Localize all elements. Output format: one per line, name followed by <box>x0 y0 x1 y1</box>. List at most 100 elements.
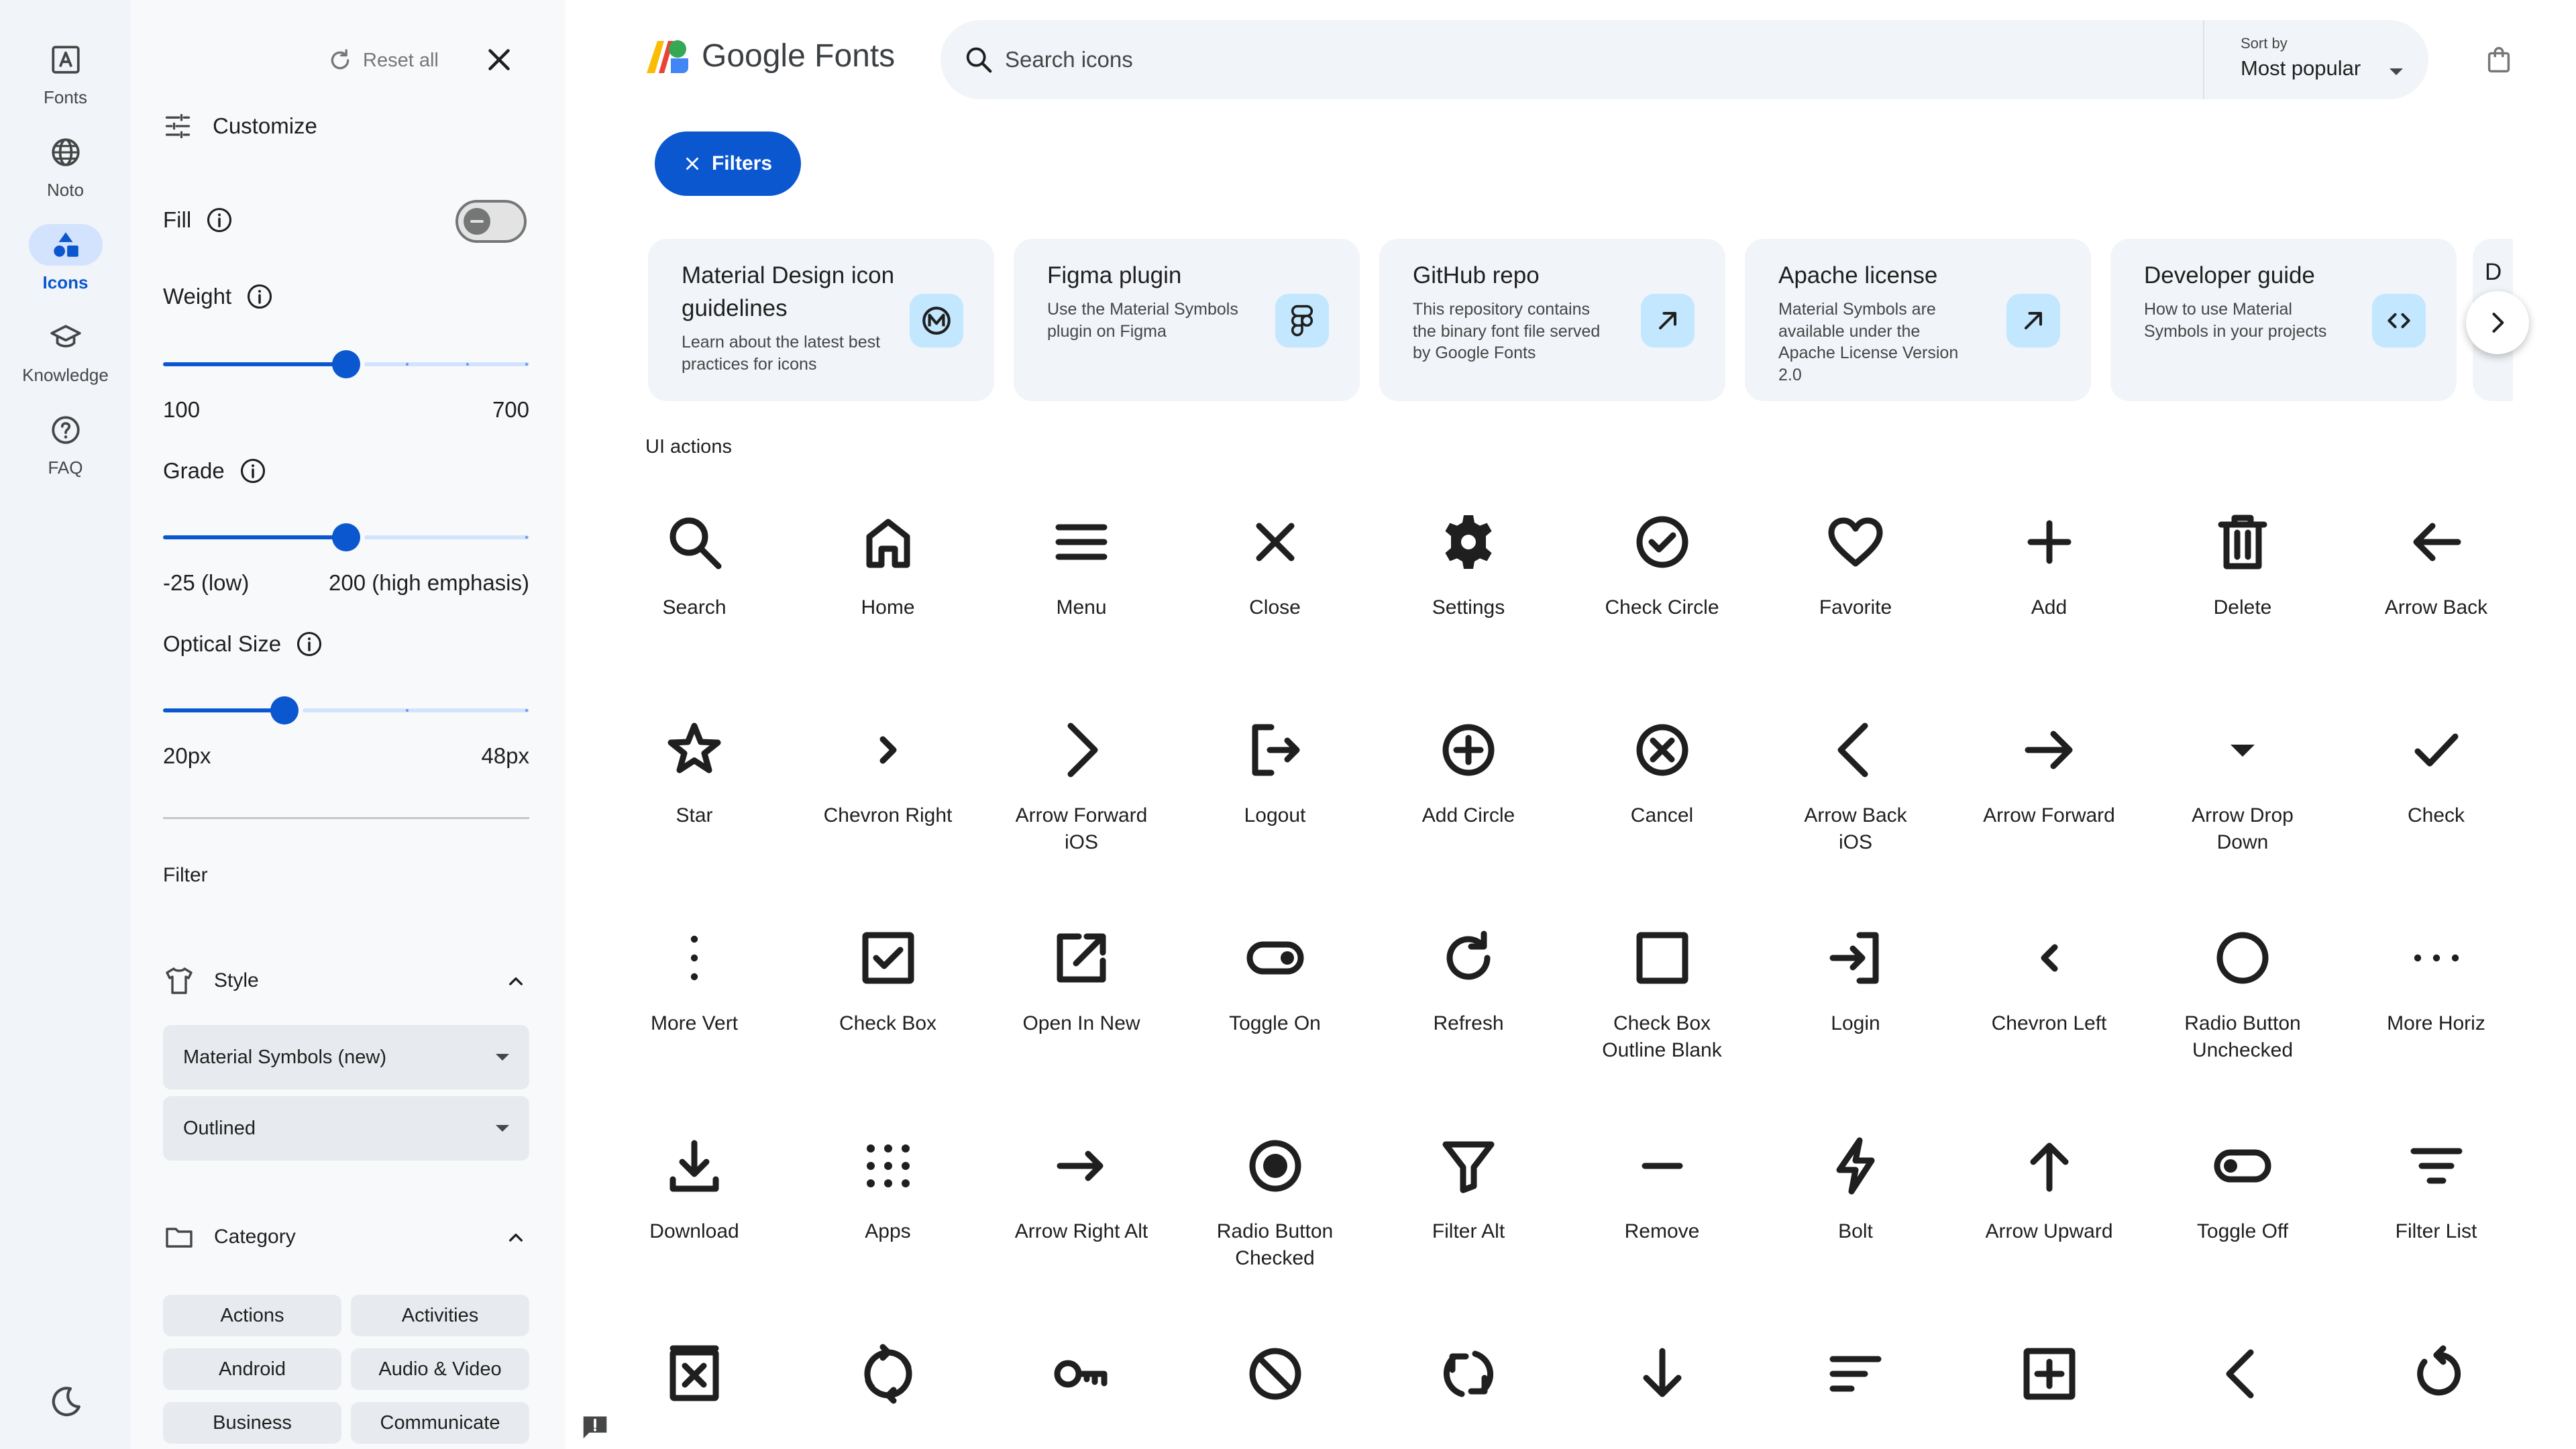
icon-tile-apps[interactable]: Apps <box>798 1134 979 1245</box>
icon-tile-arrow-upward[interactable]: Arrow Upward <box>1959 1134 2140 1245</box>
arrow-right-alt-icon <box>1057 1150 1104 1181</box>
icon-tile-chevron-left[interactable]: Chevron Left <box>1959 926 2140 1037</box>
icon-tile-restart-alt[interactable] <box>2346 1342 2524 1426</box>
rail-item-icons[interactable]: Icons <box>0 224 131 293</box>
icon-tile-open-in-new[interactable]: Open In New <box>991 926 1172 1037</box>
google-fonts-logo[interactable]: Google Fonts <box>645 38 895 74</box>
icon-tile-close[interactable]: Close <box>1185 510 1366 621</box>
icon-tile-add-circle[interactable]: Add Circle <box>1378 718 1559 829</box>
shopping-bag-icon[interactable] <box>2483 44 2514 75</box>
category-section-header[interactable]: Category <box>163 1217 529 1257</box>
info-icon[interactable] <box>245 282 274 311</box>
search-input[interactable] <box>1005 43 1743 76</box>
icon-tile-arrow-forward-ios[interactable]: Arrow Forward iOS <box>991 718 1172 856</box>
icon-tile-add[interactable]: Add <box>1959 510 2140 621</box>
icon-tile-chevron-right[interactable]: Chevron Right <box>798 718 979 829</box>
icon-tile-remove[interactable]: Remove <box>1572 1134 1753 1245</box>
weight-range: 100 700 <box>163 397 529 423</box>
close-panel-icon[interactable] <box>481 42 517 78</box>
category-chip[interactable]: Android <box>163 1348 341 1390</box>
icon-tile-toggle-off[interactable]: Toggle Off <box>2152 1134 2333 1245</box>
category-chip[interactable]: Activities <box>351 1295 529 1336</box>
icon-tile-check-box-outline-blank[interactable]: Check Box Outline Blank <box>1572 926 1753 1064</box>
close-icon <box>1256 523 1294 561</box>
icon-tile-arrow-right-alt[interactable]: Arrow Right Alt <box>991 1134 1172 1245</box>
filters-button[interactable]: Filters <box>655 131 801 196</box>
resource-card-github[interactable]: GitHub repo This repository contains the… <box>1379 239 1725 401</box>
icon-tile-label: Arrow Drop Down <box>2192 804 2294 853</box>
rail-item-noto[interactable]: Noto <box>0 131 131 201</box>
icon-family-select[interactable]: Material Symbols (new) <box>163 1025 529 1089</box>
fill-label: Fill <box>163 205 234 235</box>
weight-slider[interactable] <box>163 347 529 380</box>
category-chip[interactable]: Business <box>163 1402 341 1444</box>
optical-size-slider-thumb[interactable] <box>270 696 299 724</box>
fill-label-text: Fill <box>163 207 192 232</box>
icon-tile-radio-button-checked[interactable]: Radio Button Checked <box>1185 1134 1366 1272</box>
rail-item-faq[interactable]: FAQ <box>0 409 131 478</box>
optical-size-slider[interactable] <box>163 694 529 726</box>
icon-tile-check-circle[interactable]: Check Circle <box>1572 510 1753 621</box>
icon-tile-filter-list[interactable]: Filter List <box>2346 1134 2524 1245</box>
icon-style-select[interactable]: Outlined <box>163 1096 529 1161</box>
icon-tile-arrow-downward[interactable] <box>1572 1342 1753 1426</box>
icon-tile-autorenew[interactable] <box>798 1342 979 1426</box>
icon-tile-bolt[interactable]: Bolt <box>1765 1134 1946 1245</box>
icon-tile-download[interactable]: Download <box>645 1134 785 1245</box>
icon-tile-delete[interactable]: Delete <box>2152 510 2333 621</box>
icon-tile-search[interactable]: Search <box>645 510 785 621</box>
icon-tile-label: Check Box <box>839 1012 937 1034</box>
icon-tile-check-box[interactable]: Check Box <box>798 926 979 1037</box>
nav-rail: Fonts Noto Icons Knowledge FAQ <box>0 0 131 1449</box>
feedback-icon[interactable] <box>581 1414 609 1440</box>
icon-tile-favorite[interactable]: Favorite <box>1765 510 1946 621</box>
icon-tile-arrow-back-ios[interactable]: Arrow Back iOS <box>1765 718 1946 856</box>
resource-card-license[interactable]: Apache license Material Symbols are avai… <box>1745 239 2091 401</box>
category-chip[interactable]: Communicate <box>351 1402 529 1444</box>
icon-tile-toggle-on[interactable]: Toggle On <box>1185 926 1366 1037</box>
icon-tile-filter-alt[interactable]: Filter Alt <box>1378 1134 1559 1245</box>
carousel-next-button[interactable] <box>2466 291 2529 354</box>
icon-tile-more-vert[interactable]: More Vert <box>645 926 785 1037</box>
category-section-label: Category <box>214 1226 296 1248</box>
info-icon[interactable] <box>205 205 234 235</box>
icon-tile-star[interactable]: Star <box>645 718 785 829</box>
icon-tile-arrow-back[interactable]: Arrow Back <box>2346 510 2524 621</box>
icon-tile-arrow-drop-down[interactable]: Arrow Drop Down <box>2152 718 2333 856</box>
icon-tile-login[interactable]: Login <box>1765 926 1946 1037</box>
icon-tile-key[interactable] <box>991 1342 1172 1426</box>
rail-item-knowledge[interactable]: Knowledge <box>0 317 131 386</box>
category-chip[interactable]: Actions <box>163 1295 341 1336</box>
icon-tile-radio-button-unchecked[interactable]: Radio Button Unchecked <box>2152 926 2333 1064</box>
sort-select[interactable]: Sort by Most popular <box>2241 35 2415 89</box>
weight-slider-thumb[interactable] <box>332 350 360 378</box>
icon-tile-sync[interactable] <box>1378 1342 1559 1426</box>
icon-tile-more-horiz[interactable]: More Horiz <box>2346 926 2524 1037</box>
rail-item-fonts[interactable]: Fonts <box>0 39 131 108</box>
icon-tile-sort[interactable] <box>1765 1342 1946 1426</box>
resource-card-developer-guide[interactable]: Developer guide How to use Material Symb… <box>2110 239 2457 401</box>
icon-tile-settings[interactable]: Settings <box>1378 510 1559 621</box>
resource-card-guidelines[interactable]: Material Design icon guidelines Learn ab… <box>648 239 994 401</box>
grade-slider[interactable] <box>163 521 529 553</box>
style-section-header[interactable]: Style <box>163 961 529 1001</box>
icon-tile-logout[interactable]: Logout <box>1185 718 1366 829</box>
dark-mode-icon[interactable] <box>47 1383 85 1421</box>
icon-tile-block[interactable] <box>1185 1342 1366 1426</box>
icon-tile-disabled-by-default[interactable] <box>645 1342 785 1426</box>
grade-slider-thumb[interactable] <box>332 523 360 551</box>
info-icon[interactable] <box>238 456 268 486</box>
fill-toggle[interactable] <box>455 200 527 243</box>
reset-all-button[interactable]: Reset all <box>327 44 439 76</box>
icon-tile-home[interactable]: Home <box>798 510 979 621</box>
resource-card-figma[interactable]: Figma plugin Use the Material Symbols pl… <box>1014 239 1360 401</box>
category-chip[interactable]: Audio & Video <box>351 1348 529 1390</box>
icon-tile-add-box[interactable] <box>1959 1342 2140 1426</box>
icon-tile-arrow-forward[interactable]: Arrow Forward <box>1959 718 2140 829</box>
icon-tile-cancel[interactable]: Cancel <box>1572 718 1753 829</box>
icon-tile-refresh[interactable]: Refresh <box>1378 926 1559 1037</box>
info-icon[interactable] <box>294 629 324 659</box>
icon-tile-check[interactable]: Check <box>2346 718 2524 829</box>
icon-tile-arrow-back-ios-new[interactable] <box>2152 1342 2333 1426</box>
icon-tile-menu[interactable]: Menu <box>991 510 1172 621</box>
